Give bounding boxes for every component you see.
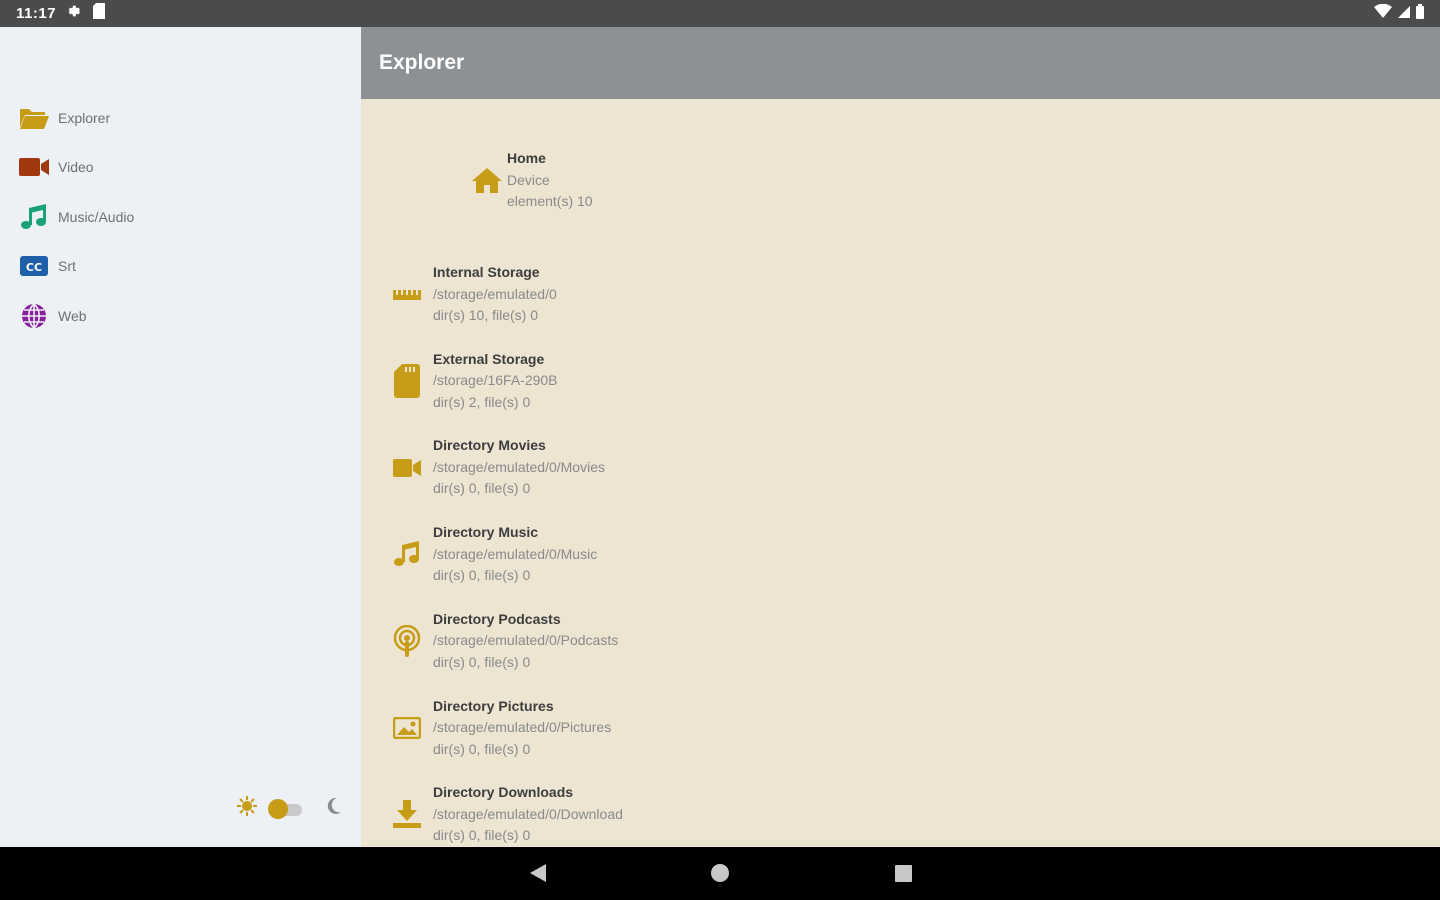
sd-card-icon <box>389 361 425 401</box>
entry-title: Internal Storage <box>433 264 540 281</box>
drawer-item-label: Srt <box>58 258 76 275</box>
home-texts: Home Device element(s) 10 <box>507 148 593 213</box>
entry-counts: dir(s) 0, file(s) 0 <box>433 653 531 670</box>
drawer-item-video[interactable]: Video <box>0 143 361 193</box>
battery-icon <box>1416 3 1424 24</box>
moon-icon <box>326 797 342 820</box>
storage-icon <box>389 274 425 314</box>
cell-signal-icon <box>1398 5 1410 23</box>
list-item-directory-pictures[interactable]: Directory Pictures /storage/emulated/0/P… <box>389 684 1089 771</box>
entry-path: /storage/emulated/0/Music <box>433 545 598 562</box>
entry-texts: Directory Podcasts /storage/emulated/0/P… <box>433 609 618 674</box>
settings-icon <box>66 3 82 24</box>
home-title: Home <box>507 150 546 166</box>
list-item-directory-movies[interactable]: Directory Movies /storage/emulated/0/Mov… <box>389 424 1089 511</box>
entry-title: Directory Downloads <box>433 784 574 801</box>
list-item-directory-podcasts[interactable]: Directory Podcasts /storage/emulated/0/P… <box>389 598 1089 685</box>
drawer-menu: Explorer Video Music/Audio CC Srt Web <box>0 93 361 341</box>
drawer-item-label: Music/Audio <box>58 208 135 225</box>
music-note-icon <box>18 203 50 231</box>
storage-list: Internal Storage /storage/emulated/0 dir… <box>389 251 1089 847</box>
list-item-directory-downloads[interactable]: Directory Downloads /storage/emulated/0/… <box>389 771 1089 847</box>
entry-title: Directory Pictures <box>433 697 554 714</box>
entry-counts: dir(s) 0, file(s) 0 <box>433 827 531 844</box>
entry-title: External Storage <box>433 350 545 367</box>
home-icon <box>471 164 503 196</box>
switch-thumb <box>268 798 288 819</box>
entry-texts: Directory Music /storage/emulated/0/Musi… <box>433 522 597 587</box>
home-detail: element(s) 10 <box>507 193 593 209</box>
entry-path: /storage/16FA-290B <box>433 372 558 389</box>
theme-switch[interactable] <box>268 798 302 819</box>
closed-caption-icon: CC <box>18 252 50 280</box>
drawer-item-label: Explorer <box>58 109 111 126</box>
list-item-external-storage[interactable]: External Storage /storage/16FA-290B dir(… <box>389 338 1089 425</box>
podcast-icon <box>389 621 425 661</box>
explorer-content: Home Device element(s) 10 Internal Stora… <box>361 99 1440 847</box>
folder-open-icon <box>18 104 50 132</box>
recents-icon[interactable] <box>891 861 915 885</box>
home-button-icon[interactable] <box>708 861 732 885</box>
entry-path: /storage/emulated/0/Podcasts <box>433 632 619 649</box>
page-title: Explorer <box>379 51 465 74</box>
app-bar: Explorer <box>361 27 1440 99</box>
system-navigation-bar <box>0 847 1440 900</box>
entry-texts: Directory Pictures /storage/emulated/0/P… <box>433 696 611 761</box>
entry-counts: dir(s) 0, file(s) 0 <box>433 567 531 584</box>
drawer-item-web[interactable]: Web <box>0 291 361 341</box>
entry-counts: dir(s) 0, file(s) 0 <box>433 480 531 497</box>
theme-toggle <box>236 795 342 822</box>
video-camera-icon <box>389 448 425 488</box>
home-item[interactable]: Home Device element(s) 10 <box>471 148 593 213</box>
sun-icon <box>236 795 258 822</box>
status-time: 11:17 <box>16 5 57 22</box>
entry-counts: dir(s) 10, file(s) 0 <box>433 307 539 324</box>
entry-texts: Directory Downloads /storage/emulated/0/… <box>433 782 623 847</box>
navigation-drawer: Explorer Video Music/Audio CC Srt Web <box>0 27 361 847</box>
svg-text:CC: CC <box>26 261 42 274</box>
drawer-item-label: Video <box>58 159 94 176</box>
entry-path: /storage/emulated/0 <box>433 285 557 302</box>
entry-path: /storage/emulated/0/Download <box>433 805 623 822</box>
entry-counts: dir(s) 0, file(s) 0 <box>433 740 531 757</box>
drawer-item-explorer[interactable]: Explorer <box>0 93 361 143</box>
entry-path: /storage/emulated/0/Movies <box>433 458 605 475</box>
entry-path: /storage/emulated/0/Pictures <box>433 719 612 736</box>
download-icon <box>389 794 425 834</box>
entry-title: Directory Music <box>433 524 539 541</box>
entry-title: Directory Podcasts <box>433 610 561 627</box>
sd-card-icon <box>92 3 106 24</box>
home-subtitle: Device <box>507 171 550 188</box>
image-icon <box>389 708 425 748</box>
entry-counts: dir(s) 2, file(s) 0 <box>433 393 531 410</box>
globe-icon <box>18 302 50 330</box>
entry-texts: External Storage /storage/16FA-290B dir(… <box>433 349 558 414</box>
drawer-item-music-audio[interactable]: Music/Audio <box>0 192 361 242</box>
entry-title: Directory Movies <box>433 437 546 454</box>
wifi-icon <box>1374 3 1392 23</box>
list-item-internal-storage[interactable]: Internal Storage /storage/emulated/0 dir… <box>389 251 1089 338</box>
entry-texts: Internal Storage /storage/emulated/0 dir… <box>433 262 557 327</box>
drawer-item-label: Web <box>58 307 87 324</box>
video-camera-icon <box>18 153 50 181</box>
status-bar: 11:17 <box>0 0 1440 27</box>
music-note-icon <box>389 534 425 574</box>
drawer-item-srt[interactable]: CC Srt <box>0 242 361 292</box>
list-item-directory-music[interactable]: Directory Music /storage/emulated/0/Musi… <box>389 511 1089 598</box>
entry-texts: Directory Movies /storage/emulated/0/Mov… <box>433 435 605 500</box>
back-icon[interactable] <box>526 861 550 885</box>
